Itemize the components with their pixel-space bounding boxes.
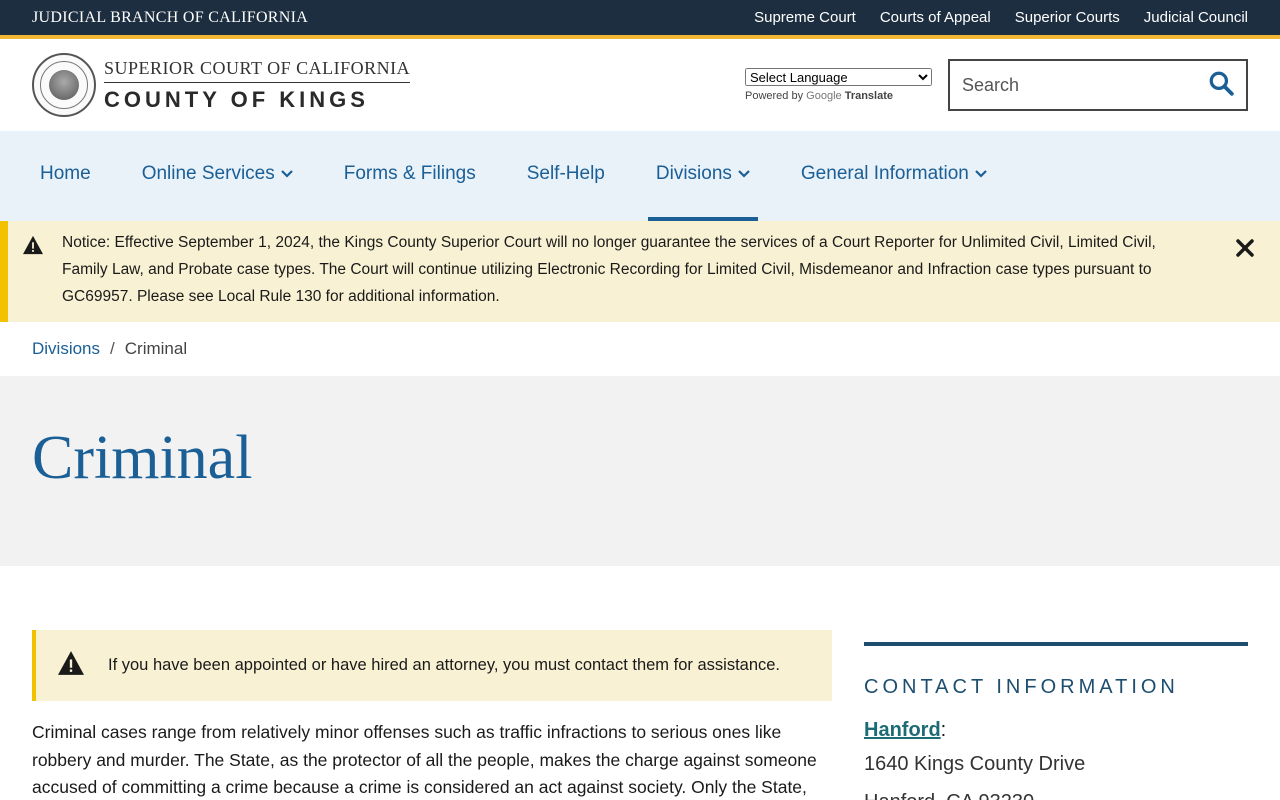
google-translate: Select Language Powered by Google Transl… <box>745 68 932 102</box>
header-tools: Select Language Powered by Google Transl… <box>745 59 1248 111</box>
language-select[interactable]: Select Language <box>745 68 932 86</box>
location-name: Hanford: <box>864 719 947 741</box>
nav-forms-filings[interactable]: Forms & Filings <box>336 131 484 221</box>
nav-home[interactable]: Home <box>32 131 99 221</box>
logo-line-1: SUPERIOR COURT OF CALIFORNIA <box>104 58 411 83</box>
link-superior-courts[interactable]: Superior Courts <box>1015 9 1120 26</box>
link-supreme-court[interactable]: Supreme Court <box>754 9 856 26</box>
judicial-branch-title[interactable]: JUDICIAL BRANCH OF CALIFORNIA <box>32 9 308 27</box>
intro-paragraph: Criminal cases range from relatively min… <box>32 722 817 797</box>
notice-banner: Notice: Effective September 1, 2024, the… <box>0 221 1280 322</box>
warning-icon <box>22 235 50 310</box>
page-content: If you have been appointed or have hired… <box>0 566 1280 800</box>
nav-general-information[interactable]: General Information <box>793 131 995 221</box>
callout-text: If you have been appointed or have hired… <box>108 656 781 674</box>
chevron-down-icon <box>738 167 750 181</box>
logo-text: SUPERIOR COURT OF CALIFORNIA COUNTY OF K… <box>104 58 411 113</box>
address-line-1: 1640 Kings County Drive <box>864 753 1086 775</box>
page-title: Criminal <box>32 423 253 492</box>
search-icon[interactable] <box>1208 70 1234 101</box>
breadcrumb-divisions[interactable]: Divisions <box>32 339 100 359</box>
breadcrumb-separator: / <box>110 339 115 358</box>
attorney-callout: If you have been appointed or have hired… <box>32 630 832 701</box>
warning-icon <box>56 650 88 681</box>
court-logo[interactable]: SUPERIOR COURT OF CALIFORNIA COUNTY OF K… <box>32 53 411 117</box>
hanford-link[interactable]: Hanford <box>864 719 941 741</box>
court-seal-icon <box>32 53 96 117</box>
chevron-down-icon <box>280 167 293 181</box>
google-logo: Google <box>806 90 842 102</box>
nav-divisions[interactable]: Divisions <box>647 131 758 221</box>
address-line-2: Hanford, CA 93230 <box>864 786 1248 800</box>
nav-online-services[interactable]: Online Services <box>134 131 301 221</box>
logo-line-2: COUNTY OF KINGS <box>104 86 369 112</box>
search-input[interactable] <box>962 74 1182 96</box>
breadcrumb: Divisions / Criminal <box>0 322 1280 376</box>
search-box <box>948 59 1248 111</box>
chevron-down-icon <box>975 167 987 181</box>
close-icon[interactable] <box>1236 233 1254 264</box>
link-judicial-council[interactable]: Judicial Council <box>1144 9 1248 26</box>
page-title-band: Criminal <box>0 376 1280 566</box>
main-column: If you have been appointed or have hired… <box>32 630 832 800</box>
powered-by: Powered by Google Translate <box>745 90 894 102</box>
main-navigation: Home Online Services Forms & Filings Sel… <box>0 131 1280 221</box>
site-header: SUPERIOR COURT OF CALIFORNIA COUNTY OF K… <box>0 39 1280 131</box>
judicial-branch-bar: JUDICIAL BRANCH OF CALIFORNIA Supreme Co… <box>0 0 1280 39</box>
link-courts-of-appeal[interactable]: Courts of Appeal <box>880 9 991 26</box>
top-links: Supreme Court Courts of Appeal Superior … <box>754 9 1248 26</box>
notice-text: Notice: Effective September 1, 2024, the… <box>62 234 1156 305</box>
contact-heading: CONTACT INFORMATION <box>864 676 1179 698</box>
translate-link[interactable]: Translate <box>845 90 893 102</box>
contact-sidebar: CONTACT INFORMATION Hanford: 1640 Kings … <box>864 642 1248 800</box>
breadcrumb-current: Criminal <box>124 339 188 358</box>
nav-self-help[interactable]: Self-Help <box>519 131 613 221</box>
